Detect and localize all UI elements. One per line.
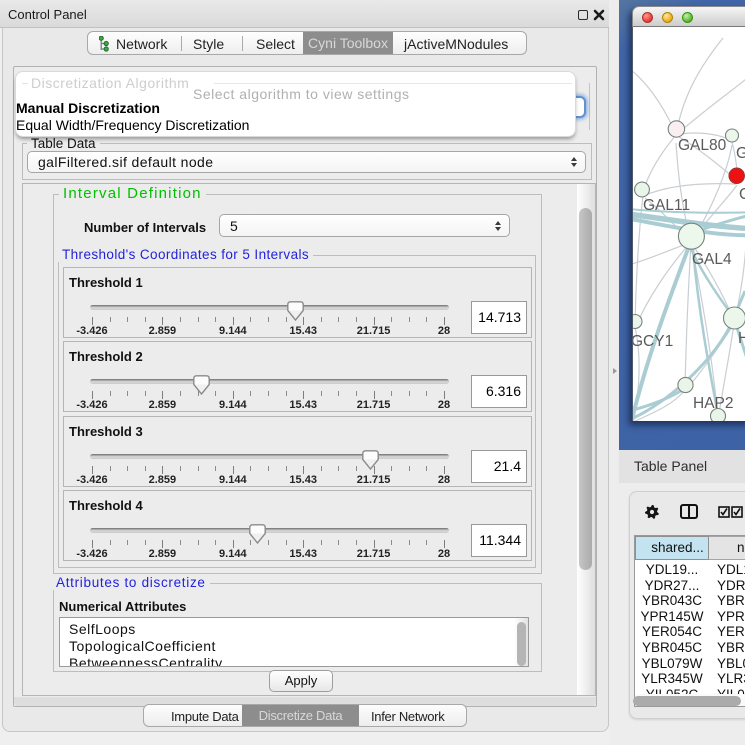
svg-text:GA: GA xyxy=(736,145,745,162)
svg-text:GCY1: GCY1 xyxy=(633,333,673,350)
svg-text:GAL4: GAL4 xyxy=(692,251,732,268)
svg-text:GAL11: GAL11 xyxy=(643,197,690,214)
svg-text:GAL80: GAL80 xyxy=(678,137,727,154)
svg-text:H: H xyxy=(738,330,745,347)
svg-text:C: C xyxy=(739,186,745,203)
svg-text:HAP2: HAP2 xyxy=(693,395,734,412)
